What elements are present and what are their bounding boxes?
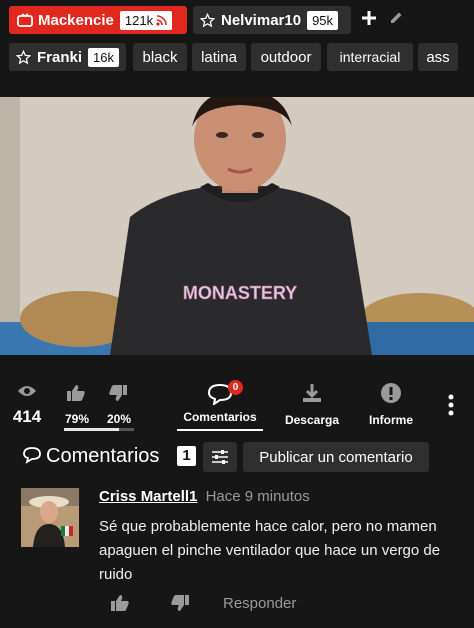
post-comment-button[interactable]: Publicar un comentario xyxy=(243,442,429,472)
shirt-print: MONASTERY xyxy=(183,283,297,303)
category-tag[interactable]: black xyxy=(133,43,187,71)
pornstar-name: Franki xyxy=(37,48,83,66)
channel-name: Mackencie xyxy=(38,11,114,29)
speech-bubble-icon xyxy=(23,447,41,464)
star-icon xyxy=(16,49,31,64)
tag-row-1: Mackencie 121k Nelvimar10 95k xyxy=(0,0,474,40)
video-actions-bar: 414 79% 20% 0 Comentarios Descarga Infor… xyxy=(0,380,474,432)
tv-icon xyxy=(17,13,33,27)
comments-icon-wrap: 0 xyxy=(176,380,264,406)
thumbs-down-icon xyxy=(171,595,189,611)
active-tab-underline xyxy=(177,429,263,431)
channel-count: 121k xyxy=(119,10,173,30)
report-tab[interactable]: Informe xyxy=(358,382,424,427)
video-player[interactable]: MONASTERY xyxy=(0,97,474,355)
pornstar-chip-franki[interactable]: Franki 16k xyxy=(9,43,126,71)
edit-tags-button[interactable] xyxy=(388,10,406,28)
report-label: Informe xyxy=(368,413,413,427)
rating-bar-fill xyxy=(64,428,120,431)
sort-filter-button[interactable] xyxy=(203,442,237,472)
category-tag[interactable]: ass xyxy=(418,43,458,71)
plus-icon xyxy=(362,11,376,25)
reply-link[interactable]: Responder xyxy=(223,595,296,612)
like-button[interactable] xyxy=(66,384,88,404)
comment-like-button[interactable] xyxy=(110,594,132,614)
category-tag[interactable]: outdoor xyxy=(251,43,321,71)
comment-dislike-button[interactable] xyxy=(170,594,192,614)
tag-row-2: Franki 16k black latina outdoor interrac… xyxy=(0,37,474,77)
video-frame: MONASTERY xyxy=(0,97,474,355)
channel-chip[interactable]: Mackencie 121k xyxy=(9,6,187,34)
dislikes-percent: 20% xyxy=(106,412,132,426)
comments-badge: 0 xyxy=(228,380,243,395)
star-icon xyxy=(200,12,215,27)
pencil-icon xyxy=(391,12,402,23)
alert-icon xyxy=(381,383,401,403)
avatar[interactable] xyxy=(21,488,79,547)
thumbs-up-icon xyxy=(67,385,85,401)
comments-count-badge: 1 xyxy=(177,446,196,466)
vertical-dots-icon xyxy=(448,394,454,416)
comments-title: Comentarios xyxy=(46,445,160,467)
category-tag[interactable]: interracial xyxy=(327,43,413,71)
comment-text: Sé que probablemente hace calor, pero no… xyxy=(99,518,441,583)
views-stat: 414 xyxy=(8,384,46,427)
pornstar-count: 16k xyxy=(88,47,119,67)
comments-tab-label: Comentarios xyxy=(183,410,257,424)
views-count: 414 xyxy=(12,407,42,426)
likes-percent: 79% xyxy=(64,412,90,426)
eye-icon xyxy=(18,386,36,396)
rss-icon xyxy=(156,14,167,26)
pornstar-count: 95k xyxy=(307,10,339,30)
thumbs-down-icon xyxy=(109,385,127,401)
comments-tab[interactable]: 0 Comentarios xyxy=(176,380,264,431)
thumbs-up-icon xyxy=(111,595,129,611)
download-tab[interactable]: Descarga xyxy=(276,382,348,427)
download-label: Descarga xyxy=(284,413,340,427)
comment-time: Hace 9 minutos xyxy=(205,488,310,505)
more-options-button[interactable] xyxy=(447,394,457,418)
category-tag[interactable]: latina xyxy=(192,43,246,71)
download-icon xyxy=(303,384,321,402)
rating-bar xyxy=(64,428,134,431)
comment-author[interactable]: Criss Martell1 xyxy=(99,488,197,505)
comment-meta: Criss Martell1 Hace 9 minutos xyxy=(99,488,310,505)
dislike-button[interactable] xyxy=(108,384,130,404)
pornstar-chip-nelvimar[interactable]: Nelvimar10 95k xyxy=(193,6,351,34)
comments-header: Comentarios 1 Publicar un comentario xyxy=(0,441,474,473)
add-tag-button[interactable] xyxy=(360,9,380,29)
avatar-image xyxy=(21,488,79,547)
pornstar-name: Nelvimar10 xyxy=(221,11,302,29)
sliders-icon xyxy=(212,450,228,464)
